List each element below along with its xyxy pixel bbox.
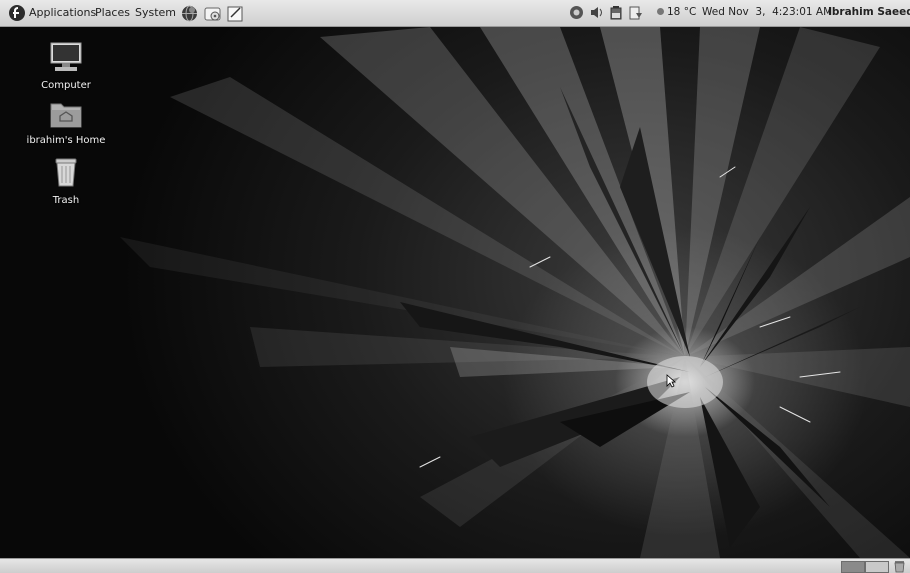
fedora-logo-icon[interactable] (8, 4, 26, 22)
desktop-wallpaper[interactable]: Computer ibrahim's Home Trash (0, 27, 910, 558)
weather-temperature: 18 °C (667, 6, 697, 18)
desktop-icon-home[interactable]: ibrahim's Home (26, 99, 106, 146)
computer-icon (50, 42, 82, 71)
globe-icon[interactable] (181, 5, 198, 22)
weather-indicator[interactable]: 18 °C (657, 6, 696, 18)
updates-icon[interactable] (628, 5, 643, 20)
wallpaper-art (120, 27, 910, 558)
workspace-2[interactable] (865, 561, 889, 573)
network-icon[interactable] (569, 5, 584, 20)
places-menu[interactable]: Places (95, 6, 130, 19)
home-folder-icon (50, 103, 82, 128)
clock[interactable]: Wed Nov 3, 4:23:01 AM (702, 6, 832, 18)
system-menu[interactable]: System (135, 6, 176, 19)
desktop-icon-trash[interactable]: Trash (26, 155, 106, 206)
tools-icon[interactable] (204, 5, 221, 22)
notes-icon[interactable] (227, 5, 244, 22)
top-panel: Applications Places System 18 °C Wed Nov… (0, 0, 910, 27)
bottom-panel (0, 558, 910, 573)
user-name[interactable]: Ibrahim Saeed (828, 6, 910, 18)
workspace-1[interactable] (841, 561, 865, 573)
applications-menu[interactable]: Applications (29, 6, 96, 19)
desktop-icon-label: ibrahim's Home (26, 135, 106, 146)
trash-icon (55, 158, 77, 187)
desktop-icon-label: Computer (41, 80, 91, 91)
mouse-pointer-icon (666, 374, 676, 388)
desktop-icon-label: Trash (52, 195, 80, 206)
battery-icon[interactable] (609, 5, 624, 20)
trash-icon[interactable] (893, 560, 906, 573)
volume-icon[interactable] (589, 5, 604, 20)
desktop-icon-computer[interactable]: Computer (26, 40, 106, 91)
weather-dot-icon (657, 8, 664, 15)
